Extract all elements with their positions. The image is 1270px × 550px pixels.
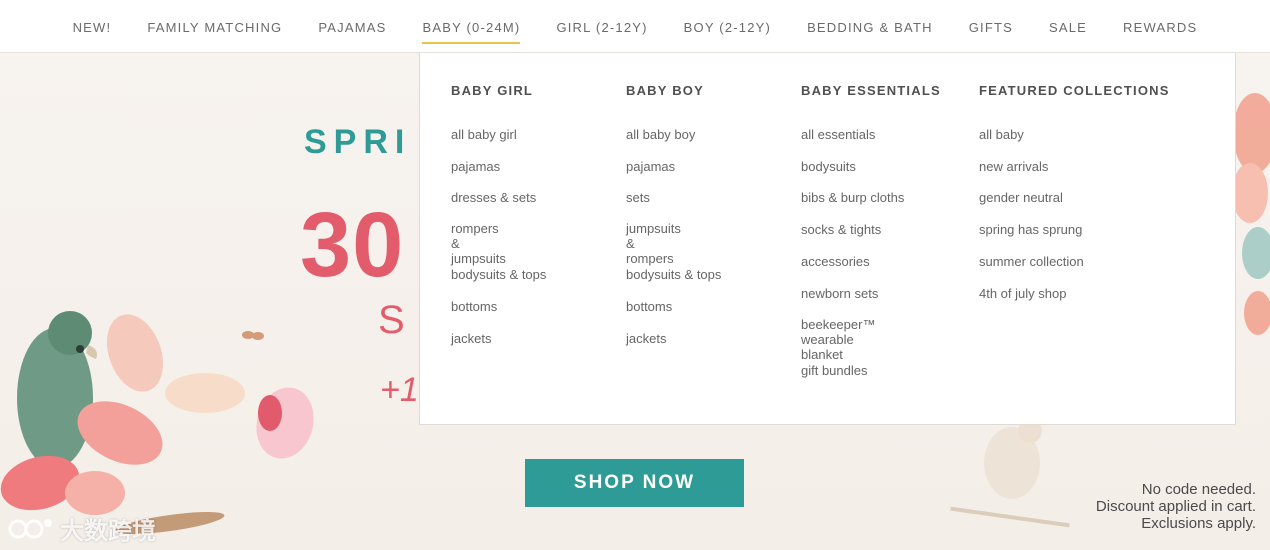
menu-link-boy-bodysuits-tops[interactable]: bodysuits & tops bbox=[626, 267, 721, 282]
menu-link-girl-bodysuits-tops[interactable]: bodysuits & tops bbox=[451, 267, 546, 282]
menu-link-beekeeper-blanket[interactable]: beekeeper™ wearable blanket bbox=[801, 317, 875, 362]
promo-fine-print: No code needed. Discount applied in cart… bbox=[1096, 481, 1256, 532]
menu-link-girl-jackets[interactable]: jackets bbox=[451, 331, 491, 346]
menu-heading-baby-boy[interactable]: BABY BOY bbox=[626, 83, 704, 98]
menu-link-bibs-burp-cloths[interactable]: bibs & burp cloths bbox=[801, 190, 904, 205]
fine-print-line: Exclusions apply. bbox=[1141, 515, 1256, 532]
nav-item-boy[interactable]: BOY (2-12Y) bbox=[666, 0, 789, 53]
menu-link-socks-tights[interactable]: socks & tights bbox=[801, 222, 881, 237]
watermark: 大数跨境 bbox=[8, 511, 156, 546]
fine-print-line: No code needed. bbox=[1141, 481, 1256, 498]
nav-item-girl[interactable]: GIRL (2-12Y) bbox=[538, 0, 665, 53]
menu-link-newborn-sets[interactable]: newborn sets bbox=[801, 286, 878, 301]
menu-link-gift-bundles[interactable]: gift bundles bbox=[801, 363, 868, 378]
menu-heading-baby-girl[interactable]: BABY GIRL bbox=[451, 83, 533, 98]
watermark-text: 大数跨境 bbox=[60, 518, 156, 545]
menu-link-jumpsuits-rompers[interactable]: jumpsuits & rompers bbox=[626, 221, 681, 266]
nav-item-family-matching[interactable]: FAMILY MATCHING bbox=[129, 0, 300, 53]
menu-link-all-baby-girl[interactable]: all baby girl bbox=[451, 127, 517, 142]
menu-link-4th-of-july[interactable]: 4th of july shop bbox=[979, 286, 1066, 301]
fine-print-line: Discount applied in cart. bbox=[1095, 498, 1256, 515]
menu-link-boy-jackets[interactable]: jackets bbox=[626, 331, 666, 346]
menu-link-accessories[interactable]: accessories bbox=[801, 254, 870, 269]
nav-item-gifts[interactable]: GIFTS bbox=[951, 0, 1031, 53]
menu-link-spring-has-sprung[interactable]: spring has sprung bbox=[979, 222, 1082, 237]
baby-mega-menu: BABY GIRL all baby girl pajamas dresses … bbox=[419, 52, 1236, 425]
menu-link-boy-bottoms[interactable]: bottoms bbox=[626, 299, 672, 314]
menu-link-all-baby-boy[interactable]: all baby boy bbox=[626, 127, 695, 142]
menu-link-gender-neutral[interactable]: gender neutral bbox=[979, 190, 1063, 205]
watermark-logo-icon bbox=[8, 518, 52, 538]
hero-subtitle: S bbox=[378, 298, 413, 342]
hero-extra-offer: +1 bbox=[380, 371, 419, 409]
nav-item-baby[interactable]: BABY (0-24M) bbox=[404, 0, 538, 53]
nav-list: NEW! FAMILY MATCHING PAJAMAS BABY (0-24M… bbox=[55, 0, 1216, 53]
shop-now-button[interactable]: SHOP NOW bbox=[525, 459, 744, 507]
menu-link-boy-pajamas[interactable]: pajamas bbox=[626, 159, 675, 174]
menu-link-summer-collection[interactable]: summer collection bbox=[979, 254, 1084, 269]
main-navigation: NEW! FAMILY MATCHING PAJAMAS BABY (0-24M… bbox=[0, 0, 1270, 53]
nav-item-new[interactable]: NEW! bbox=[55, 0, 130, 53]
menu-link-bodysuits[interactable]: bodysuits bbox=[801, 159, 856, 174]
menu-link-girl-pajamas[interactable]: pajamas bbox=[451, 159, 500, 174]
nav-item-bedding-bath[interactable]: BEDDING & BATH bbox=[789, 0, 951, 53]
nav-item-pajamas[interactable]: PAJAMAS bbox=[300, 0, 404, 53]
menu-link-rompers-jumpsuits[interactable]: rompers & jumpsuits bbox=[451, 221, 506, 266]
nav-item-sale[interactable]: SALE bbox=[1031, 0, 1105, 53]
menu-link-girl-bottoms[interactable]: bottoms bbox=[451, 299, 497, 314]
menu-heading-featured-collections[interactable]: FEATURED COLLECTIONS bbox=[979, 83, 1170, 98]
menu-link-new-arrivals[interactable]: new arrivals bbox=[979, 159, 1048, 174]
nav-item-rewards[interactable]: REWARDS bbox=[1105, 0, 1215, 53]
menu-link-boy-sets[interactable]: sets bbox=[626, 190, 650, 205]
menu-link-all-baby[interactable]: all baby bbox=[979, 127, 1024, 142]
menu-link-all-essentials[interactable]: all essentials bbox=[801, 127, 875, 142]
hero-title: SPRI bbox=[304, 123, 412, 161]
menu-link-dresses-sets[interactable]: dresses & sets bbox=[451, 190, 536, 205]
menu-heading-baby-essentials[interactable]: BABY ESSENTIALS bbox=[801, 83, 941, 98]
hero-discount-amount: 30 bbox=[300, 194, 405, 296]
